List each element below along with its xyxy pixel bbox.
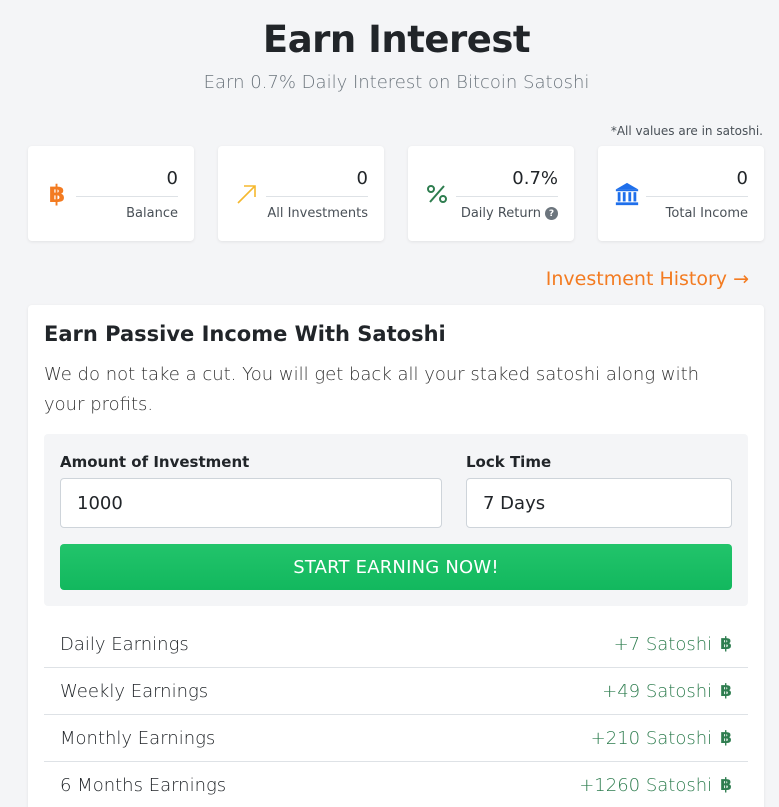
lock-time-label: Lock Time bbox=[466, 453, 552, 471]
investment-form: Amount of Investment 1000 Lock Time 7 Da… bbox=[44, 434, 748, 606]
daily-return-label-text: Daily Return bbox=[460, 206, 541, 221]
total-income-label: Total Income bbox=[666, 206, 748, 221]
earning-value: +210 Satoshi ฿ bbox=[591, 728, 732, 749]
stat-card-balance: ฿ 0 Balance bbox=[28, 146, 194, 241]
total-income-label-text: Total Income bbox=[665, 206, 748, 221]
earning-row-monthly: Monthly Earnings +210 Satoshi ฿ bbox=[44, 715, 748, 762]
earning-value: +1260 Satoshi ฿ bbox=[579, 775, 732, 796]
divider bbox=[76, 196, 178, 197]
earnings-list: Daily Earnings +7 Satoshi ฿ Weekly Earni… bbox=[44, 621, 748, 807]
percent-icon bbox=[424, 179, 450, 209]
arrow-up-right-icon bbox=[234, 179, 260, 209]
investments-label: All Investments bbox=[267, 206, 368, 221]
earning-row-six-months: 6 Months Earnings +1260 Satoshi ฿ bbox=[44, 762, 748, 807]
balance-label-text: Balance bbox=[126, 206, 178, 221]
earning-label: 6 Months Earnings bbox=[60, 774, 227, 796]
amount-input[interactable]: 1000 bbox=[60, 478, 442, 528]
daily-return-value: 0.7% bbox=[512, 168, 558, 189]
stat-card-investments: 0 All Investments bbox=[218, 146, 384, 241]
earning-label: Monthly Earnings bbox=[60, 727, 216, 749]
amount-label: Amount of Investment bbox=[60, 453, 250, 471]
balance-value: 0 bbox=[166, 168, 178, 189]
earning-row-daily: Daily Earnings +7 Satoshi ฿ bbox=[44, 621, 748, 668]
bitcoin-icon: ฿ bbox=[720, 728, 732, 748]
earning-amount: +1260 Satoshi bbox=[579, 774, 713, 796]
investments-value: 0 bbox=[356, 168, 368, 189]
card-title: Earn Passive Income With Satoshi bbox=[44, 322, 446, 346]
card-description: We do not take a cut. You will get back … bbox=[44, 364, 700, 415]
earning-label: Weekly Earnings bbox=[60, 680, 209, 702]
divider bbox=[646, 196, 748, 197]
earning-value: +49 Satoshi ฿ bbox=[602, 681, 732, 702]
earn-card: Earn Passive Income With Satoshi We do n… bbox=[28, 305, 764, 807]
bitcoin-icon: ฿ bbox=[720, 681, 732, 701]
investment-history-link[interactable]: Investment History → bbox=[546, 268, 749, 290]
daily-return-label: Daily Return ? bbox=[461, 206, 558, 221]
earning-label: Daily Earnings bbox=[60, 633, 189, 655]
investments-label-text: All Investments bbox=[267, 206, 368, 221]
lock-time-select[interactable]: 7 Days bbox=[466, 478, 732, 528]
balance-label: Balance bbox=[126, 206, 178, 221]
stat-card-total-income: 0 Total Income bbox=[598, 146, 764, 241]
total-income-value: 0 bbox=[736, 168, 748, 189]
page-subtitle: Earn 0.7% Daily Interest on Bitcoin Sato… bbox=[203, 72, 590, 93]
bitcoin-icon: ฿ bbox=[720, 775, 732, 795]
divider bbox=[266, 196, 368, 197]
values-note: *All values are in satoshi. bbox=[610, 124, 763, 138]
bitcoin-icon: ฿ bbox=[44, 179, 70, 209]
stat-card-daily-return: 0.7% Daily Return ? bbox=[408, 146, 574, 241]
start-earning-button[interactable]: START EARNING NOW! bbox=[60, 544, 732, 590]
earning-amount: +210 Satoshi bbox=[590, 727, 713, 749]
divider bbox=[456, 196, 558, 197]
page-title: Earn Interest bbox=[262, 18, 531, 61]
earning-amount: +49 Satoshi bbox=[602, 680, 713, 702]
earning-value: +7 Satoshi ฿ bbox=[614, 634, 732, 655]
help-icon[interactable]: ? bbox=[545, 207, 558, 220]
bitcoin-glyph: ฿ bbox=[48, 180, 66, 208]
bitcoin-icon: ฿ bbox=[720, 634, 732, 654]
earning-amount: +7 Satoshi bbox=[613, 633, 713, 655]
earning-row-weekly: Weekly Earnings +49 Satoshi ฿ bbox=[44, 668, 748, 715]
bank-icon bbox=[614, 179, 640, 209]
